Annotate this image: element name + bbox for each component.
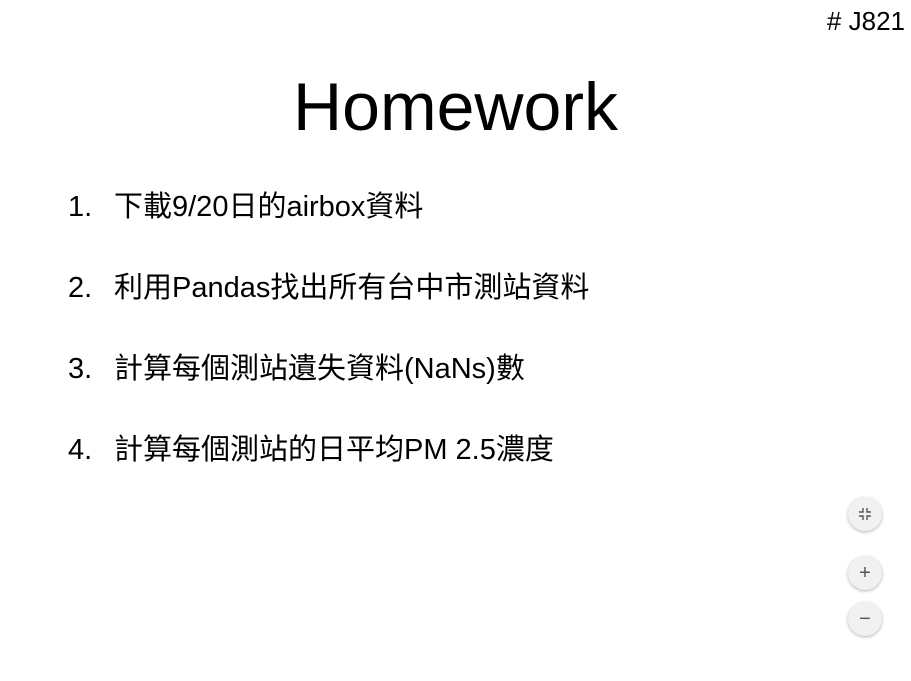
item-number: 4.	[68, 434, 93, 466]
list-item: 3. 計算每個測站遺失資料(NaNs)數	[68, 350, 589, 431]
item-text: 下載9/20日的airbox資料	[114, 191, 424, 223]
item-number: 3.	[68, 353, 93, 385]
item-number: 1.	[68, 191, 93, 223]
item-text: 利用Pandas找出所有台中市測站資料	[114, 272, 590, 304]
item-text: 計算每個測站遺失資料(NaNs)數	[114, 353, 525, 385]
zoom-in-button[interactable]: +	[848, 556, 882, 590]
homework-list: 1. 下載9/20日的airbox資料 2. 利用Pandas找出所有台中市測站資料…	[68, 188, 589, 512]
item-text: 計算每個測站的日平均PM 2.5濃度	[114, 434, 554, 466]
item-number: 2.	[68, 272, 93, 304]
fit-to-screen-button[interactable]	[848, 497, 882, 531]
slide-id: # J821	[826, 6, 905, 36]
list-item: 2. 利用Pandas找出所有台中市測站資料	[68, 269, 589, 350]
list-item: 4. 計算每個測站的日平均PM 2.5濃度	[68, 431, 589, 512]
compress-icon	[859, 508, 871, 520]
zoom-out-button[interactable]: −	[848, 602, 882, 636]
list-item: 1. 下載9/20日的airbox資料	[68, 188, 589, 269]
slide-title: Homework	[293, 69, 618, 145]
